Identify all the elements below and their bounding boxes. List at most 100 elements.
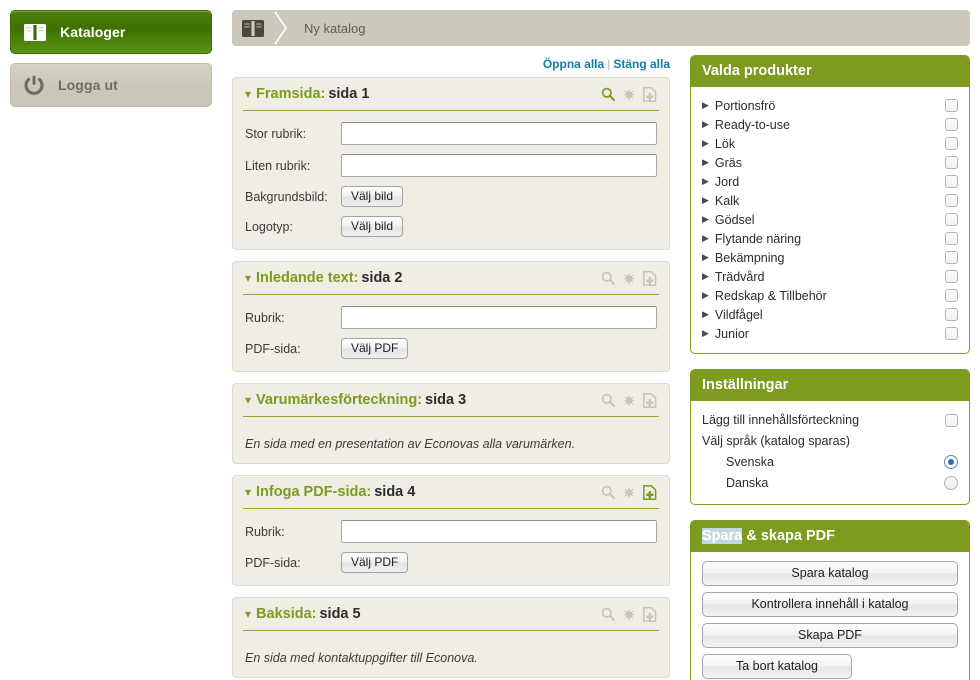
chevron-down-icon[interactable]: ▾	[245, 486, 251, 498]
search-icon[interactable]	[601, 87, 615, 101]
action-button[interactable]: Kontrollera innehåll i katalog	[702, 592, 958, 617]
chevron-right-icon[interactable]: ▶	[702, 158, 709, 167]
product-checkbox[interactable]	[945, 308, 958, 321]
chevron-down-icon[interactable]: ▾	[245, 272, 251, 284]
chevron-down-icon[interactable]: ▾	[245, 608, 251, 620]
product-checkbox[interactable]	[945, 270, 958, 283]
panel-title-highlight: Spara	[702, 528, 743, 544]
breadcrumb-book-icon	[232, 19, 274, 37]
product-row[interactable]: ▶ Bekämpning	[702, 248, 958, 267]
choose-file-button[interactable]: Välj bild	[341, 186, 404, 207]
product-row[interactable]: ▶ Ready-to-use	[702, 115, 958, 134]
chevron-right-icon[interactable]: ▶	[702, 196, 709, 205]
sidebar-item-logga-ut[interactable]: Logga ut	[10, 63, 212, 107]
text-input[interactable]	[341, 154, 657, 177]
add-page-icon[interactable]	[643, 270, 657, 286]
chevron-right-icon[interactable]: ▶	[702, 215, 709, 224]
field-label: Rubrik:	[245, 524, 285, 539]
app-root: Kataloger Logga ut Ny katalog Öppna alla…	[0, 0, 980, 680]
language-radio[interactable]	[944, 476, 958, 490]
remove-icon[interactable]	[623, 608, 635, 620]
chevron-right-icon[interactable]: ▶	[702, 310, 709, 319]
product-row[interactable]: ▶ Junior	[702, 324, 958, 343]
chevron-right-icon[interactable]: ▶	[702, 291, 709, 300]
remove-icon[interactable]	[623, 88, 635, 100]
product-checkbox[interactable]	[945, 99, 958, 112]
toc-row[interactable]: Lägg till innehållsförteckning	[702, 410, 958, 430]
product-row[interactable]: ▶ Trädvård	[702, 267, 958, 286]
add-page-icon[interactable]	[643, 86, 657, 102]
product-row[interactable]: ▶ Vildfågel	[702, 305, 958, 324]
language-radio[interactable]	[944, 455, 958, 469]
sidebar-item-kataloger[interactable]: Kataloger	[10, 10, 212, 54]
product-row[interactable]: ▶ Lök	[702, 134, 958, 153]
action-button[interactable]: Spara katalog	[702, 561, 958, 586]
section-title: Infoga PDF-sida: sida 4	[256, 484, 415, 500]
product-checkbox[interactable]	[945, 327, 958, 340]
product-checkbox[interactable]	[945, 118, 958, 131]
search-icon[interactable]	[601, 393, 615, 407]
text-input[interactable]	[341, 122, 657, 145]
remove-icon[interactable]	[623, 394, 635, 406]
product-row[interactable]: ▶ Redskap & Tillbehör	[702, 286, 958, 305]
product-checkbox[interactable]	[945, 175, 958, 188]
add-page-icon[interactable]	[643, 392, 657, 408]
search-icon[interactable]	[601, 271, 615, 285]
action-button[interactable]: Ta bort katalog	[702, 654, 852, 679]
language-label-row: Välj språk (katalog sparas)	[702, 431, 958, 451]
product-row[interactable]: ▶ Jord	[702, 172, 958, 191]
chevron-right-icon[interactable]: ▶	[702, 177, 709, 186]
sections-container: ▾ Framsida: sida 1 Stor rubrik: Liten rubrik…	[232, 77, 670, 680]
product-checkbox[interactable]	[945, 251, 958, 264]
product-row[interactable]: ▶ Gödsel	[702, 210, 958, 229]
search-icon[interactable]	[601, 607, 615, 621]
chevron-right-icon[interactable]: ▶	[702, 234, 709, 243]
product-checkbox[interactable]	[945, 232, 958, 245]
product-checkbox[interactable]	[945, 289, 958, 302]
chevron-down-icon[interactable]: ▾	[245, 394, 251, 406]
add-page-icon[interactable]	[643, 484, 657, 500]
choose-file-button[interactable]: Välj bild	[341, 216, 404, 237]
chevron-right-icon[interactable]: ▶	[702, 329, 709, 338]
close-all-link[interactable]: Stäng alla	[613, 57, 670, 71]
product-checkbox[interactable]	[945, 194, 958, 207]
field-label: Liten rubrik:	[245, 158, 311, 173]
choose-file-button[interactable]: Välj PDF	[341, 338, 409, 359]
search-icon[interactable]	[601, 485, 615, 499]
choose-file-button[interactable]: Välj PDF	[341, 552, 409, 573]
chevron-right-icon[interactable]: ▶	[702, 101, 709, 110]
language-row[interactable]: Svenska	[702, 452, 958, 472]
product-label: Redskap & Tillbehör	[714, 288, 827, 303]
language-row[interactable]: Danska	[702, 473, 958, 493]
section-title-text: Baksida:	[256, 606, 317, 622]
language-label: Välj språk (katalog sparas)	[702, 434, 850, 448]
product-checkbox[interactable]	[945, 137, 958, 150]
product-row[interactable]: ▶ Gräs	[702, 153, 958, 172]
remove-icon[interactable]	[623, 486, 635, 498]
form-row: PDF-sida: Välj PDF	[245, 552, 657, 573]
product-row[interactable]: ▶ Portionsfrö	[702, 96, 958, 115]
chevron-right-icon[interactable]: ▶	[702, 120, 709, 129]
product-row[interactable]: ▶ Flytande näring	[702, 229, 958, 248]
link-separator: |	[607, 57, 611, 71]
section-title: Framsida: sida 1	[256, 86, 369, 102]
language-option-label: Danska	[726, 476, 769, 490]
chevron-right-icon[interactable]: ▶	[702, 253, 709, 262]
add-page-icon[interactable]	[643, 606, 657, 622]
product-checkbox[interactable]	[945, 156, 958, 169]
remove-icon[interactable]	[623, 272, 635, 284]
action-button[interactable]: Skapa PDF	[702, 623, 958, 648]
product-checkbox[interactable]	[945, 213, 958, 226]
product-row[interactable]: ▶ Kalk	[702, 191, 958, 210]
section-title-text: Varumärkesförteckning:	[256, 392, 423, 408]
toc-checkbox[interactable]	[945, 413, 958, 427]
form-row: Rubrik:	[245, 306, 657, 329]
panel-title: Valda produkter	[691, 56, 969, 87]
text-input[interactable]	[341, 306, 657, 329]
chevron-down-icon[interactable]: ▾	[245, 88, 251, 100]
chevron-right-icon[interactable]: ▶	[702, 139, 709, 148]
open-all-link[interactable]: Öppna alla	[543, 57, 604, 71]
chevron-right-icon[interactable]: ▶	[702, 272, 709, 281]
settings-body: Lägg till innehållsförteckning Välj språ…	[691, 401, 969, 504]
text-input[interactable]	[341, 520, 657, 543]
